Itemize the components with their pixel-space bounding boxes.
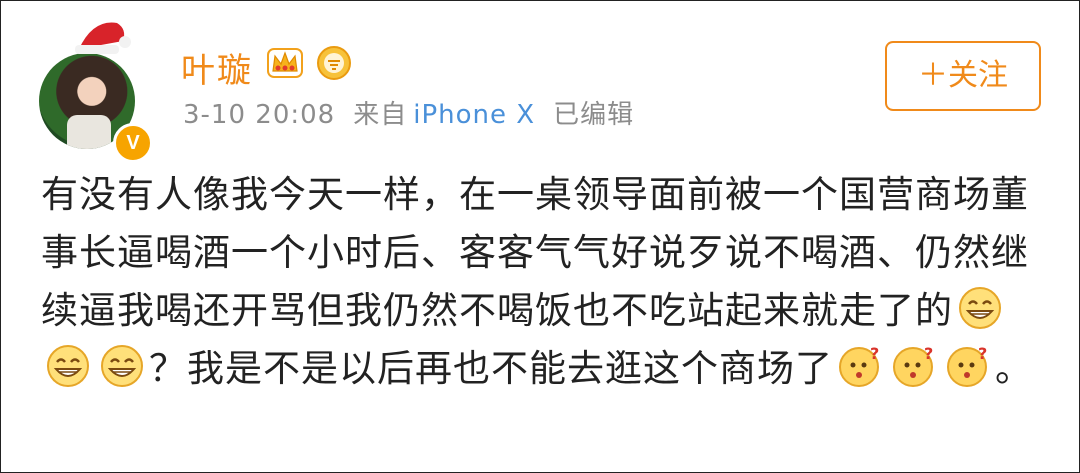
post-text: 有没有人像我今天一样，在一桌领导面前被一个国营商场董事长逼喝酒一个小时后、客客气… [41, 166, 1051, 398]
source-prefix: 来自 [353, 100, 408, 130]
post-meta: 3-10 20:08 来自 iPhone X 已编辑 [183, 94, 634, 131]
confused-emoji-icon: ? [839, 344, 880, 387]
grin-emoji-icon [959, 287, 1001, 329]
text-segment-3: 。 [995, 347, 1033, 390]
confused-emoji-icon: ? [893, 344, 934, 387]
santa-hat-icon [75, 22, 131, 54]
source-link[interactable]: iPhone X [413, 100, 535, 130]
avatar[interactable]: V [39, 22, 153, 163]
follow-button[interactable]: ＋关注 [885, 41, 1041, 111]
text-segment-1: 有没有人像我今天一样，在一桌领导面前被一个国营商场董事长逼喝酒一个小时后、客客气… [41, 173, 1029, 332]
crown-icon[interactable] [266, 45, 304, 81]
confused-emoji-icon: ? [947, 344, 988, 387]
edited-label[interactable]: 已编辑 [553, 100, 634, 130]
post-date: 3-10 20:08 [183, 100, 336, 130]
grin-emoji-icon [101, 345, 143, 387]
grin-emoji-icon [47, 345, 89, 387]
avatar-dress [67, 115, 111, 149]
text-segment-2: ？我是不是以后再也不能去逛这个商场了 [149, 347, 833, 390]
weibo-post-card: V 叶璇 3-10 20:08 来自 iPhone X 已编辑 ＋关注 有没有人像我今… [0, 0, 1080, 473]
svg-text:?: ? [870, 344, 880, 363]
author-name[interactable]: 叶璇 [181, 43, 253, 92]
svg-text:?: ? [978, 344, 988, 363]
medal-icon[interactable] [316, 45, 352, 81]
verified-badge: V [113, 123, 153, 163]
svg-text:?: ? [924, 344, 934, 363]
